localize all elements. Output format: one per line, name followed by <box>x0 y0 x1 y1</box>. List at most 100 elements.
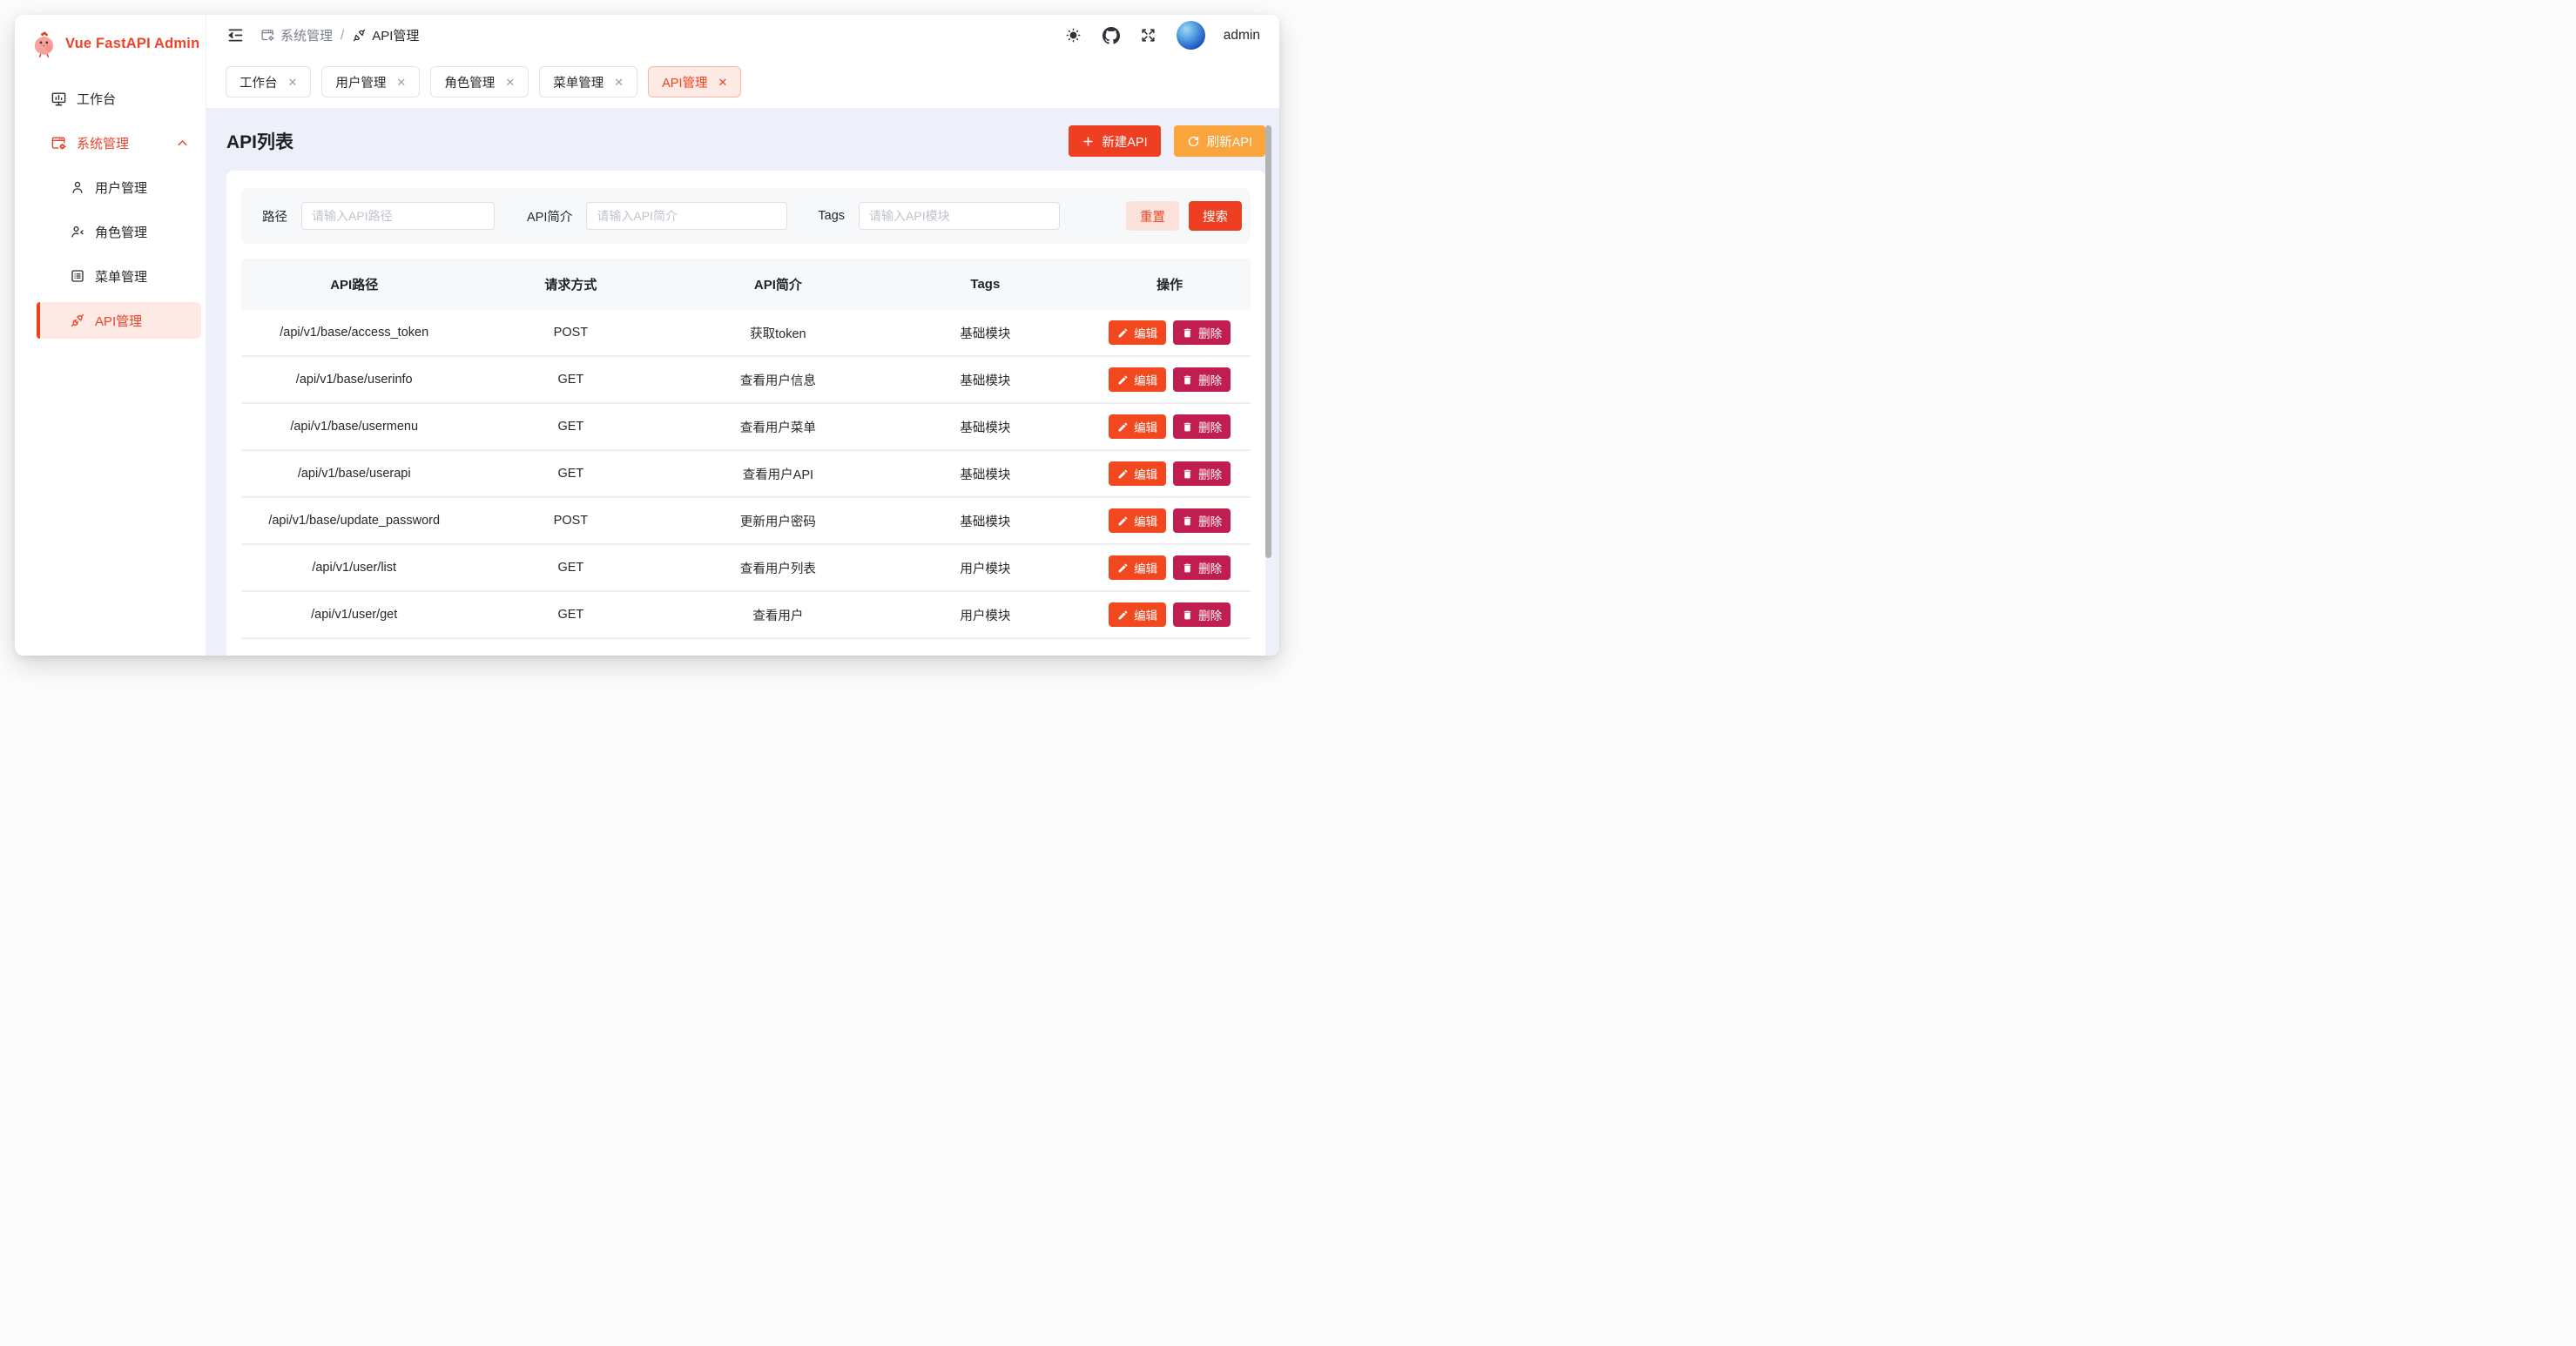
method-cell: GET <box>467 561 674 575</box>
tab-user-management[interactable]: 用户管理 ✕ <box>321 66 420 98</box>
delete-button[interactable]: 删除 <box>1173 320 1231 345</box>
plug-icon <box>352 28 367 43</box>
trash-icon <box>1182 421 1193 433</box>
refresh-api-button[interactable]: 刷新API <box>1174 125 1265 157</box>
tab-menu-management[interactable]: 菜单管理 ✕ <box>539 66 637 98</box>
refresh-icon <box>1187 135 1200 148</box>
edit-button[interactable]: 编辑 <box>1109 508 1166 533</box>
delete-button[interactable]: 删除 <box>1173 602 1231 627</box>
sidebar-item-system[interactable]: 系统管理 <box>37 125 201 161</box>
table-header: API路径 请求方式 API简介 Tags 操作 <box>241 259 1251 310</box>
trash-icon <box>1182 562 1193 574</box>
method-cell: POST <box>467 514 674 528</box>
tags-cell: 基础模块 <box>881 371 1089 389</box>
page-title: API列表 <box>226 128 293 154</box>
api-path-cell: /api/v1/base/usermenu <box>241 420 467 434</box>
breadcrumb-system[interactable]: 系统管理 <box>260 26 333 44</box>
tags-cell: 用户模块 <box>881 559 1089 577</box>
button-label: 编辑 <box>1134 371 1157 388</box>
table-row: /api/v1/base/update_password POST 更新用户密码… <box>241 498 1251 545</box>
search-button[interactable]: 搜索 <box>1189 201 1242 231</box>
sidebar-item-workbench[interactable]: 工作台 <box>37 80 201 117</box>
api-path-cell: /api/v1/base/access_token <box>241 326 467 340</box>
tags-cell: 基础模块 <box>881 418 1089 436</box>
theme-toggle-sun-icon[interactable] <box>1064 26 1083 45</box>
sidebar-item-label: 系统管理 <box>77 134 129 152</box>
sidebar-item-api-management[interactable]: API管理 <box>37 302 201 339</box>
edit-button[interactable]: 编辑 <box>1109 320 1166 345</box>
tags-filter-label: Tags <box>818 209 845 223</box>
sidebar-item-label: 角色管理 <box>95 223 147 241</box>
github-icon[interactable] <box>1102 26 1121 45</box>
button-label: 编辑 <box>1134 559 1157 576</box>
pencil-icon <box>1117 609 1129 621</box>
tab-workbench[interactable]: 工作台 ✕ <box>226 66 311 98</box>
sidebar: Vue FastAPI Admin 工作台 系统管理 <box>15 15 206 656</box>
summary-filter-input[interactable] <box>586 202 787 230</box>
button-label: 删除 <box>1198 324 1222 341</box>
trash-icon <box>1182 327 1193 339</box>
edit-button[interactable]: 编辑 <box>1109 414 1166 439</box>
close-icon[interactable]: ✕ <box>505 77 515 88</box>
brand-logo-row[interactable]: Vue FastAPI Admin <box>15 15 206 57</box>
chick-logo-icon <box>30 30 57 57</box>
edit-button[interactable]: 编辑 <box>1109 367 1166 392</box>
delete-button[interactable]: 删除 <box>1173 414 1231 439</box>
monitor-icon <box>51 91 67 107</box>
menu-list-icon <box>70 268 85 284</box>
path-filter-input[interactable] <box>301 202 495 230</box>
table-row: /api/v1/user/get GET 查看用户 用户模块 编辑 删除 <box>241 592 1251 639</box>
user-avatar[interactable] <box>1177 21 1205 50</box>
create-api-button[interactable]: 新建API <box>1069 125 1160 157</box>
trash-icon <box>1182 468 1193 480</box>
breadcrumb-api[interactable]: API管理 <box>352 26 419 44</box>
delete-button[interactable]: 删除 <box>1173 367 1231 392</box>
close-icon[interactable]: ✕ <box>718 77 728 88</box>
tab-role-management[interactable]: 角色管理 ✕ <box>430 66 529 98</box>
app-window: Vue FastAPI Admin 工作台 系统管理 <box>15 15 1279 656</box>
tags-cell: 基础模块 <box>881 324 1089 342</box>
role-icon <box>70 224 85 239</box>
chevron-up-icon <box>176 137 189 150</box>
path-filter-label: 路径 <box>262 207 287 225</box>
delete-button[interactable]: 删除 <box>1173 461 1231 486</box>
username[interactable]: admin <box>1224 28 1260 44</box>
reset-button[interactable]: 重置 <box>1126 201 1179 231</box>
method-cell: GET <box>467 373 674 387</box>
button-label: 删除 <box>1198 606 1222 623</box>
sidebar-item-label: 工作台 <box>77 90 116 108</box>
delete-button[interactable]: 删除 <box>1173 555 1231 580</box>
api-path-cell: /api/v1/user/get <box>241 608 467 622</box>
sidebar-item-role-management[interactable]: 角色管理 <box>37 213 201 250</box>
button-label: 删除 <box>1198 371 1222 388</box>
user-icon <box>70 179 85 195</box>
content-area: API列表 新建API 刷新API <box>206 108 1279 656</box>
edit-button[interactable]: 编辑 <box>1109 555 1166 580</box>
method-cell: POST <box>467 326 674 340</box>
trash-icon <box>1182 609 1193 621</box>
close-icon[interactable]: ✕ <box>396 77 406 88</box>
summary-filter-label: API简介 <box>527 207 572 225</box>
edit-button[interactable]: 编辑 <box>1109 602 1166 627</box>
vertical-scrollbar-thumb[interactable] <box>1265 125 1271 558</box>
delete-button[interactable]: 删除 <box>1173 508 1231 533</box>
method-cell: GET <box>467 467 674 481</box>
sidebar-item-user-management[interactable]: 用户管理 <box>37 169 201 205</box>
sidebar-item-menu-management[interactable]: 菜单管理 <box>37 258 201 294</box>
tags-filter-input[interactable] <box>859 202 1060 230</box>
summary-cell: 获取token <box>674 324 881 342</box>
sidebar-collapse-icon[interactable] <box>226 26 245 45</box>
tags-cell: 基础模块 <box>881 465 1089 483</box>
close-icon[interactable]: ✕ <box>614 77 624 88</box>
column-header: API简介 <box>674 275 881 293</box>
api-list-card: 路径 API简介 Tags 重置 搜索 API路径 请求方式 API简介 <box>226 171 1265 656</box>
edit-button[interactable]: 编辑 <box>1109 461 1166 486</box>
column-header: Tags <box>881 277 1089 292</box>
close-icon[interactable]: ✕ <box>288 77 298 88</box>
tab-label: 工作台 <box>239 73 278 91</box>
trash-icon <box>1182 515 1193 527</box>
column-header: 请求方式 <box>467 275 674 293</box>
tab-api-management[interactable]: API管理 ✕ <box>648 66 741 98</box>
fullscreen-icon[interactable] <box>1139 26 1158 45</box>
sidebar-item-label: 菜单管理 <box>95 267 147 286</box>
